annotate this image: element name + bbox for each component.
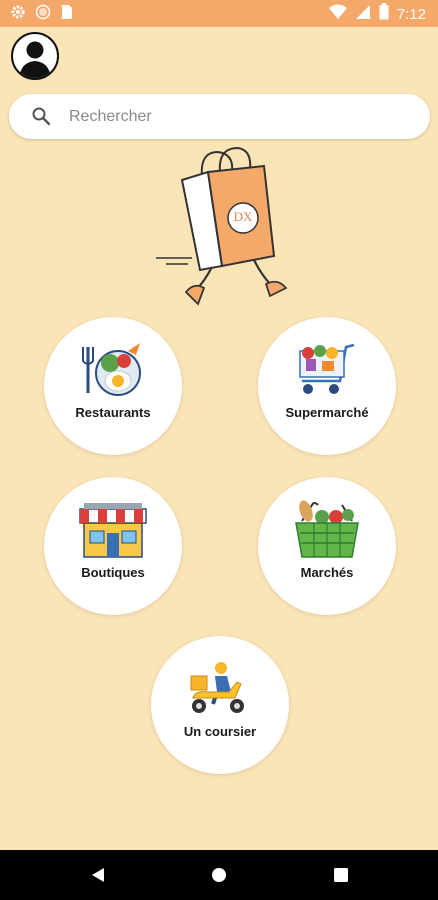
delivery-scooter-icon xyxy=(185,658,255,720)
sim-card-icon xyxy=(60,4,74,25)
brand-logo-text: DX xyxy=(233,209,253,224)
search-input[interactable] xyxy=(67,102,411,132)
search-bar[interactable] xyxy=(9,94,430,139)
navigation-bar xyxy=(0,850,438,900)
market-basket-icon xyxy=(292,499,362,561)
category-restaurants[interactable]: Restaurants xyxy=(44,317,182,455)
signal-icon xyxy=(355,4,371,25)
category-coursier[interactable]: Un coursier xyxy=(151,636,289,774)
status-bar: 7:12 xyxy=(0,0,438,27)
wifi-icon xyxy=(328,4,347,25)
home-icon[interactable] xyxy=(211,867,227,888)
profile-avatar[interactable] xyxy=(11,32,59,80)
recents-icon[interactable] xyxy=(333,867,349,888)
status-time: 7:12 xyxy=(396,5,426,23)
back-icon[interactable] xyxy=(90,867,106,888)
category-boutiques[interactable]: Boutiques xyxy=(44,477,182,615)
storefront-icon xyxy=(78,499,148,561)
food-plate-icon xyxy=(78,339,148,401)
category-label: Un coursier xyxy=(183,724,257,739)
category-supermarche[interactable]: Supermarché xyxy=(258,317,396,455)
category-label: Supermarché xyxy=(285,405,369,420)
circle-icon xyxy=(35,4,51,25)
category-marches[interactable]: Marchés xyxy=(258,477,396,615)
search-icon xyxy=(31,106,51,131)
settings-icon xyxy=(10,4,26,25)
category-label: Marchés xyxy=(300,565,354,580)
status-right: 7:12 xyxy=(328,3,426,25)
category-label: Restaurants xyxy=(75,405,151,420)
user-silhouette-icon xyxy=(19,41,51,78)
category-label: Boutiques xyxy=(81,565,145,580)
running-shopping-bag-icon: DX xyxy=(152,146,292,308)
shopping-cart-icon xyxy=(292,339,362,401)
battery-icon xyxy=(379,3,389,25)
status-left xyxy=(10,4,74,24)
